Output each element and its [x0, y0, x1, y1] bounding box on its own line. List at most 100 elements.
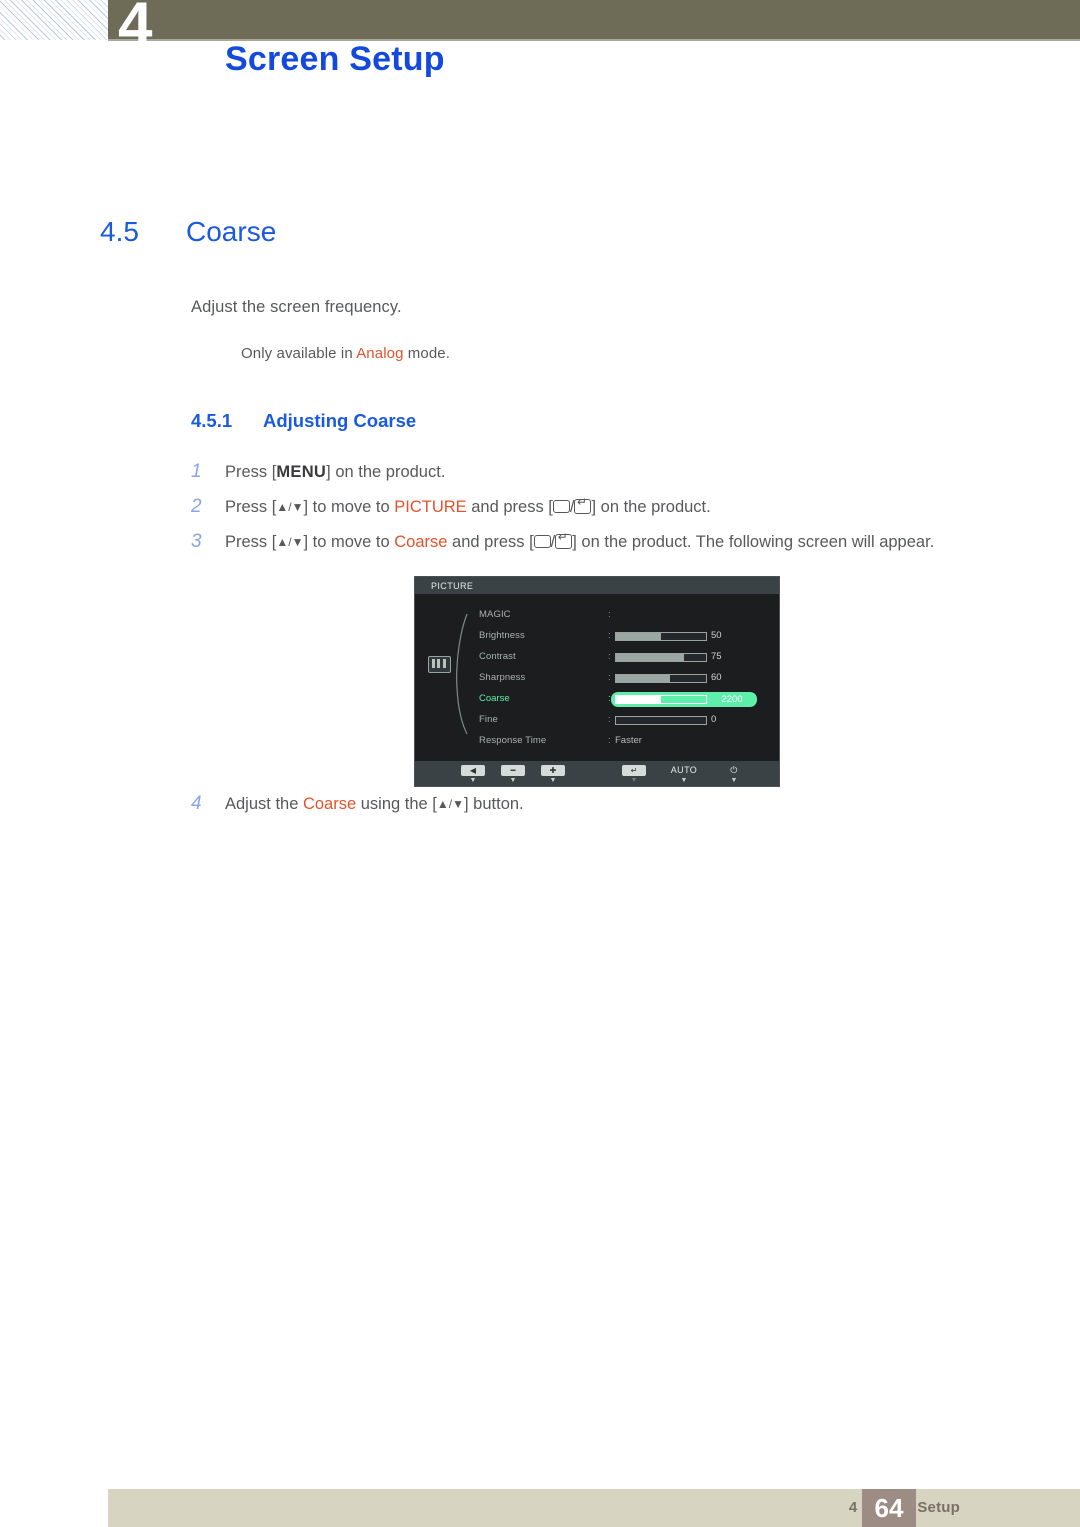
availability-note: Only available in Analog mode. [241, 345, 450, 362]
plain-text: Press [ [225, 498, 277, 516]
minus-button-tick-icon: ▼ [509, 777, 517, 784]
page-footer-bar: 4 Screen Setup [108, 1489, 1080, 1527]
osd-row-colon: : [608, 609, 611, 620]
step-item: 2 Press [▲/▼] to move to PICTURE and pres… [191, 496, 711, 518]
osd-menu-row[interactable]: Contrast: 75 [415, 650, 779, 663]
osd-slider[interactable] [615, 695, 707, 704]
step-text: Press [▲/▼] to move to Coarse and press … [225, 531, 935, 552]
power-button-tick-icon: ▼ [730, 777, 738, 784]
osd-menu-row[interactable]: Coarse: 2200 [479, 692, 757, 707]
osd-menu-row[interactable]: MAGIC: [415, 608, 779, 621]
osd-slider-value: 2200 [721, 694, 743, 705]
plain-text: ] on the product. [326, 463, 446, 481]
up-down-arrow-icon: ▲/▼ [276, 535, 304, 549]
step-item: 4 Adjust the Coarse using the [▲/▼] butto… [191, 793, 524, 815]
osd-row-colon: : [608, 630, 611, 641]
osd-menu-row[interactable]: Brightness: 50 [415, 629, 779, 642]
emphasis-text: Coarse [394, 533, 448, 551]
osd-slider-fill [616, 696, 661, 703]
plain-text: ] to move to [303, 533, 395, 551]
osd-title-label: PICTURE [431, 581, 474, 591]
osd-slider-fill [616, 674, 670, 682]
enter-button[interactable]: ↵ [622, 765, 646, 776]
osd-slider-fill [616, 653, 684, 661]
decorative-hatch-pattern [0, 0, 108, 40]
source-button-icon [552, 500, 570, 513]
emphasis-text: Coarse [302, 795, 357, 813]
step-item: 3 Press [▲/▼] to move to Coarse and press… [191, 531, 934, 553]
osd-row-label: MAGIC [479, 609, 511, 620]
intro-paragraph: Adjust the screen frequency. [191, 298, 402, 316]
osd-menu-row[interactable]: Sharpness: 60 [415, 671, 779, 684]
step-index: 4 [191, 793, 202, 814]
header-olive-bar [108, 0, 1080, 39]
plus-button[interactable]: ✚ [541, 765, 565, 776]
up-down-arrow-icon: ▲/▼ [436, 797, 464, 811]
plain-text: ] to move to [303, 498, 395, 516]
osd-row-label: Coarse [479, 693, 510, 704]
plain-text: Press [ [225, 533, 277, 551]
plain-text: using the [ [356, 795, 437, 813]
note-text-before: Only available in [241, 345, 357, 362]
step-text: Adjust the Coarse using the [▲/▼] button… [225, 795, 524, 813]
osd-slider-fill [616, 632, 661, 640]
page-title: Screen Setup [225, 40, 445, 78]
source-button-icon [533, 535, 551, 548]
osd-slider-value: 75 [711, 651, 722, 662]
step-text: Press [MENU] on the product. [225, 463, 445, 481]
page-number: 64 [862, 1489, 916, 1527]
osd-row-colon: : [608, 651, 611, 662]
note-text-after: mode. [403, 345, 450, 362]
plain-text: Adjust the [225, 795, 303, 813]
step-text: Press [▲/▼] to move to PICTURE and press… [225, 496, 711, 517]
osd-menu-row[interactable]: Response Time: Faster [415, 734, 779, 747]
osd-footer-buttons: ◀ ▼ ━ ▼ ✚ ▼ ↵ ▼ AUTO ▼ ⏻ ▼ [415, 761, 779, 786]
subsection-title: Adjusting Coarse [263, 410, 417, 431]
menu-key-label: MENU [276, 463, 327, 481]
step-index: 3 [191, 531, 202, 552]
left-arrow-button-tick-icon: ▼ [469, 777, 477, 784]
osd-menu-screenshot: PICTURE MAGIC: Brightness: 50 Contrast: 75 Sh… [414, 576, 780, 787]
osd-slider-value: 60 [711, 672, 722, 683]
step-item: 1 Press [MENU] on the product. [191, 461, 445, 483]
osd-slider-value: 0 [711, 714, 717, 725]
plain-text: ] on the product. The following screen w… [572, 533, 935, 551]
osd-slider-value: 50 [711, 630, 722, 641]
plain-text: ] on the product. [591, 498, 711, 516]
osd-slider[interactable] [615, 631, 707, 641]
section-heading: 4.5 Coarse [100, 216, 276, 248]
auto-button-tick-icon: ▼ [680, 777, 688, 784]
subsection-number: 4.5.1 [191, 410, 233, 431]
left-arrow-button[interactable]: ◀ [461, 765, 485, 776]
enter-button-icon [555, 531, 573, 549]
plain-text: ] button. [464, 795, 524, 813]
footer-chapter-label: 4 Screen Setup [848, 1499, 960, 1516]
osd-row-colon: : [608, 714, 611, 725]
power-button[interactable]: ⏻ [717, 765, 751, 776]
plain-text: and press [ [466, 498, 553, 516]
osd-row-colon: : [608, 693, 611, 704]
osd-row-label: Fine [479, 714, 498, 725]
osd-slider[interactable] [615, 715, 707, 725]
auto-button[interactable]: AUTO [667, 765, 701, 776]
osd-row-label: Response Time [479, 735, 547, 746]
section-title: Coarse [186, 216, 277, 247]
plain-text: Press [ [225, 463, 277, 481]
subsection-heading: 4.5.1 Adjusting Coarse [191, 410, 416, 432]
step-index: 2 [191, 496, 202, 517]
emphasis-text: PICTURE [394, 498, 467, 516]
osd-menu-row[interactable]: Fine: 0 [415, 713, 779, 726]
osd-row-colon: : [608, 735, 611, 746]
osd-body: MAGIC: Brightness: 50 Contrast: 75 Sharpness:… [415, 594, 779, 761]
osd-slider[interactable] [615, 652, 707, 662]
osd-row-colon: : [608, 672, 611, 683]
osd-slider[interactable] [615, 673, 707, 683]
osd-row-label: Brightness [479, 630, 525, 641]
step-index: 1 [191, 461, 202, 482]
page-header: 4 [0, 0, 1080, 56]
plain-text: and press [ [447, 533, 534, 551]
chapter-number: 4 [118, 0, 153, 59]
osd-row-value: Faster [615, 735, 642, 746]
section-number: 4.5 [100, 216, 139, 247]
minus-button[interactable]: ━ [501, 765, 525, 776]
